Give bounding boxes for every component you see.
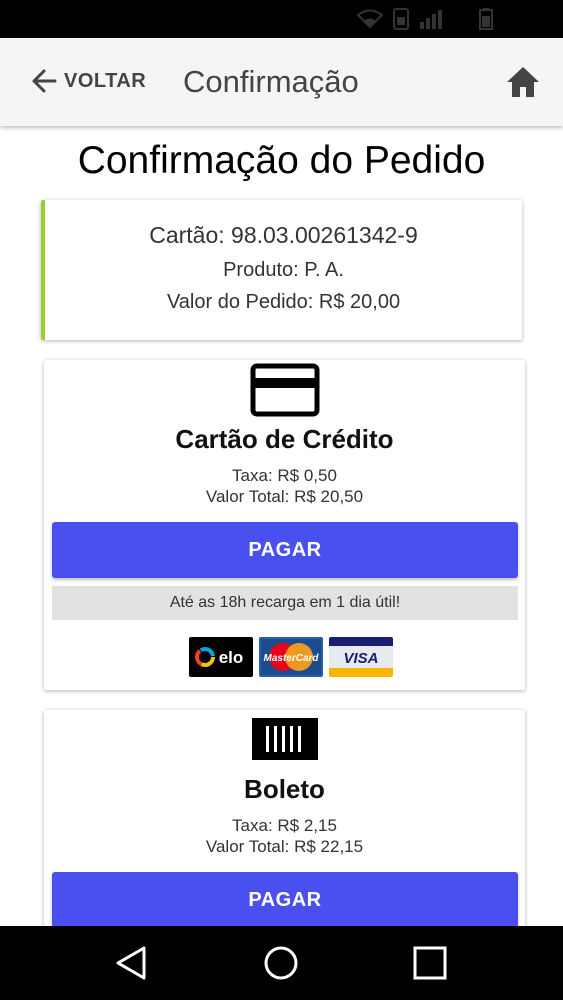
sim-icon: [393, 8, 409, 30]
back-button[interactable]: VOLTAR: [30, 64, 146, 98]
pay-boleto-button[interactable]: PAGAR: [52, 872, 518, 926]
mastercard-label: MasterCard: [263, 653, 319, 664]
barcode-icon: [251, 718, 318, 760]
signal-icon: [420, 10, 442, 29]
pay-credit-button[interactable]: PAGAR: [52, 522, 518, 578]
payment-card-boleto: Boleto Taxa: R$ 2,15 Valor Total: R$ 22,…: [44, 710, 525, 926]
payment-total: Valor Total: R$ 20,50: [205, 487, 364, 506]
card-number: Cartão: 98.03.00261342-9: [149, 222, 418, 248]
order-value: Valor do Pedido: R$ 20,00: [166, 291, 401, 313]
nav-recents-icon[interactable]: [407, 940, 453, 986]
app-bar: VOLTAR Confirmação: [0, 38, 563, 126]
payment-method-name: Cartão de Crédito: [175, 424, 394, 454]
payment-method-name: Boleto: [244, 774, 325, 804]
mastercard-logo: MasterCard: [259, 637, 323, 677]
payment-total: Valor Total: R$ 22,15: [205, 837, 364, 856]
card-brands: elo MasterCard VISA: [189, 637, 393, 677]
wifi-icon: [357, 9, 383, 29]
home-icon: [507, 67, 539, 97]
elo-logo: elo: [189, 637, 253, 677]
payment-fee: Taxa: R$ 2,15: [232, 816, 337, 835]
payment-fee: Taxa: R$ 0,50: [232, 466, 337, 485]
arrow-left-icon: [32, 69, 57, 93]
main-content: Confirmação do Pedido Cartão: 98.03.0026…: [0, 126, 563, 926]
payment-card-credit: Cartão de Crédito Taxa: R$ 0,50 Valor To…: [44, 360, 525, 690]
status-bar: [0, 0, 563, 38]
page-header-title: Confirmação: [183, 64, 359, 99]
system-nav-bar: [0, 926, 563, 1000]
nav-home-icon[interactable]: [258, 940, 304, 986]
recharge-info: Até as 18h recarga em 1 dia útil!: [52, 586, 518, 620]
home-button[interactable]: [505, 64, 541, 100]
visa-logo: VISA: [329, 637, 393, 677]
battery-icon: [479, 8, 493, 30]
visa-label: VISA: [343, 650, 378, 667]
credit-card-icon: [250, 363, 319, 417]
nav-back-icon[interactable]: [108, 940, 154, 986]
page-title: Confirmação do Pedido: [77, 139, 486, 182]
status-icons: [357, 8, 493, 30]
product-name: Produto: P. A.: [223, 259, 344, 281]
order-summary-card: Cartão: 98.03.00261342-9 Produto: P. A. …: [41, 200, 522, 340]
elo-label: elo: [219, 648, 244, 667]
back-label: VOLTAR: [64, 69, 147, 92]
